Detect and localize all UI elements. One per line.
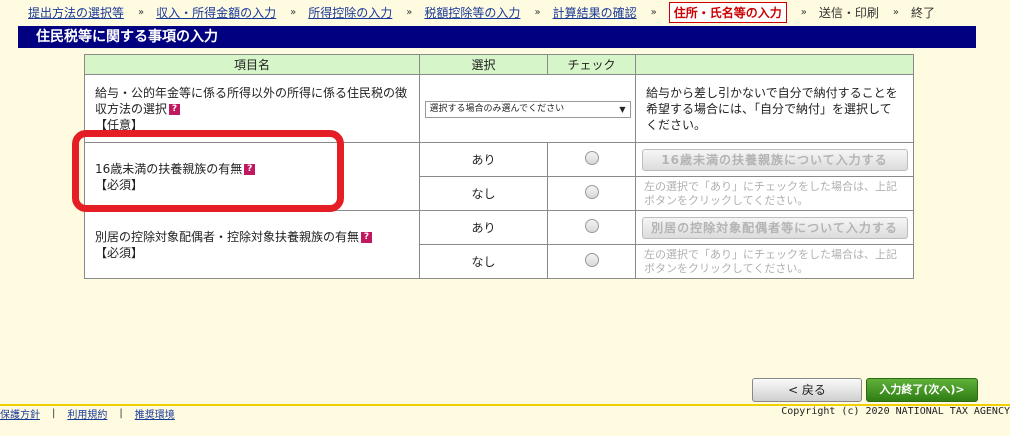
item-label: 別居の控除対象配偶者・控除対象扶養親族の有無 [95,229,360,244]
breadcrumb-step-tax-credit[interactable]: 税額控除等の入力 [424,4,520,21]
optional-tag: 【任意】 [95,117,144,132]
header-select: 選択 [419,54,549,75]
separate-spouse-note: 左の選択で「あり」にチェックをした場合は、上記ボタンをクリックしてください。 [635,244,914,279]
footer-separator: | [52,407,56,419]
breadcrumb-step-end: 終了 [910,5,935,20]
separate-spouse-no-radio[interactable] [584,253,599,267]
item-dependents-under-16: 16歳未満の扶養親族の有無? 【必須】 [83,142,421,211]
page-title: 住民税等に関する事項の入力 [18,26,976,48]
dependents-under-16-note: 左の選択で「あり」にチェックをした場合は、上記ボタンをクリックしてください。 [635,176,914,211]
dependents-under-16-no-radio[interactable] [584,185,599,199]
footer-link-terms[interactable]: 利用規約 [67,406,107,421]
required-tag: 【必須】 [95,177,144,192]
item-label: 給与・公的年金等に係る所得以外の所得に係る住民税の徴 [95,85,408,100]
item-label: 収方法の選択 [95,101,168,116]
breadcrumb-step-method[interactable]: 提出方法の選択等 [28,4,124,21]
header-check: チェック [547,54,637,75]
table-header-row: 項目名 選択 チェック [83,54,914,75]
select-cell: 選択する場合のみ選んでください ▼ [419,74,637,143]
footer-link-privacy[interactable]: 保護方針 [0,406,40,421]
select-value: 選択する場合のみ選んでください [429,103,565,114]
table-row: 給与・公的年金等に係る所得以外の所得に係る住民税の徴 収方法の選択? 【任意】 … [83,74,914,143]
breadcrumb-separator: » [290,6,297,18]
table-row: 16歳未満の扶養親族の有無? 【必須】 あり 16歳未満の扶養親族について入力す… [83,142,914,211]
item-collection-method: 給与・公的年金等に係る所得以外の所得に係る住民税の徴 収方法の選択? 【任意】 [83,74,421,143]
button-cell: 別居の控除対象配偶者等について入力する [635,210,914,245]
breadcrumb-separator: » [650,6,657,18]
breadcrumb: 提出方法の選択等 » 収入・所得金額の入力 » 所得控除の入力 » 税額控除等の… [0,0,1010,24]
breadcrumb-separator: » [534,6,541,18]
radio-cell [547,176,637,211]
option-label-yes: あり [419,210,549,245]
header-desc [635,54,914,75]
option-label-no: なし [419,244,549,279]
radio-cell [547,244,637,279]
separate-spouse-yes-radio[interactable] [584,219,599,233]
required-tag: 【必須】 [95,245,144,260]
back-button[interactable]: < 戻る [752,378,862,402]
option-label-yes: あり [419,142,549,177]
help-icon[interactable]: ? [244,163,256,175]
header-item: 項目名 [83,54,421,75]
breadcrumb-separator: » [406,6,413,18]
footer-separator: | [119,407,123,419]
radio-cell [547,210,637,245]
help-icon[interactable]: ? [169,103,181,115]
option-label-no: なし [419,176,549,211]
radio-cell [547,142,637,177]
breadcrumb-step-deduction[interactable]: 所得控除の入力 [308,4,392,21]
breadcrumb-step-send: 送信・印刷 [818,5,879,20]
breadcrumb-separator: » [892,6,899,18]
copyright-text: Copyright (c) 2020 NATIONAL TAX AGENCY [781,406,1010,417]
breadcrumb-separator: » [800,6,807,18]
item-separate-spouse: 別居の控除対象配偶者・控除対象扶養親族の有無? 【必須】 [83,210,421,279]
dependents-under-16-input-button[interactable]: 16歳未満の扶養親族について入力する [641,148,908,171]
resident-tax-table: 項目名 選択 チェック 給与・公的年金等に係る所得以外の所得に係る住民税の徴 収… [83,54,914,279]
item-label: 16歳未満の扶養親族の有無 [95,161,243,176]
breadcrumb-current-step: 住所・氏名等の入力 [668,1,787,23]
breadcrumb-step-result[interactable]: 計算結果の確認 [553,4,637,21]
footer-link-environment[interactable]: 推奨環境 [135,406,175,421]
separate-spouse-input-button[interactable]: 別居の控除対象配偶者等について入力する [641,216,908,239]
next-button[interactable]: 入力終了(次へ)> [866,378,978,402]
dependents-under-16-yes-radio[interactable] [584,151,599,165]
chevron-down-icon: ▼ [619,104,626,114]
table-row: 別居の控除対象配偶者・控除対象扶養親族の有無? 【必須】 あり 別居の控除対象配… [83,210,914,279]
collection-method-select[interactable]: 選択する場合のみ選んでください ▼ [424,100,631,118]
button-cell: 16歳未満の扶養親族について入力する [635,142,914,177]
collection-method-desc: 給与から差し引かないで自分で納付することを希望する場合には、「自分で納付」を選択… [635,74,914,143]
breadcrumb-step-income[interactable]: 収入・所得金額の入力 [156,4,276,21]
breadcrumb-separator: » [138,6,145,18]
help-icon[interactable]: ? [361,231,373,243]
